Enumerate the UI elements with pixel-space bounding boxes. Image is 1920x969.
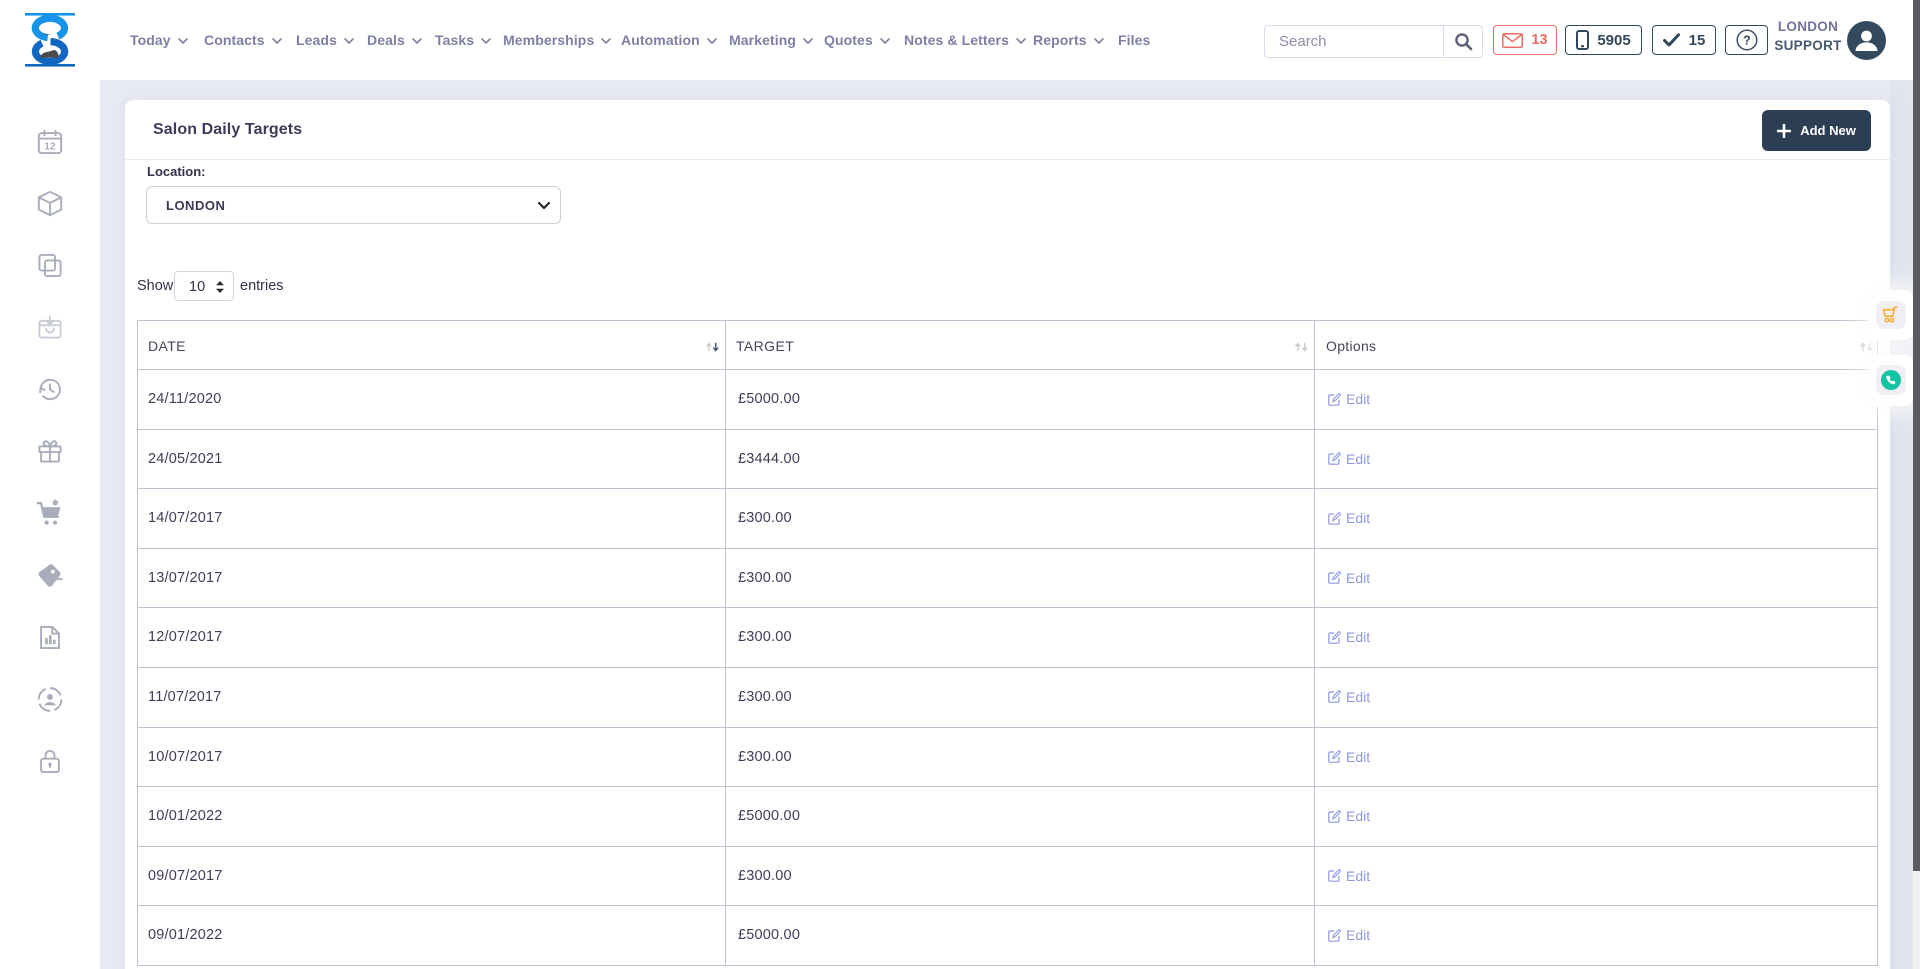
svg-text:12: 12 [44, 141, 56, 152]
svg-text:?: ? [1743, 33, 1751, 47]
